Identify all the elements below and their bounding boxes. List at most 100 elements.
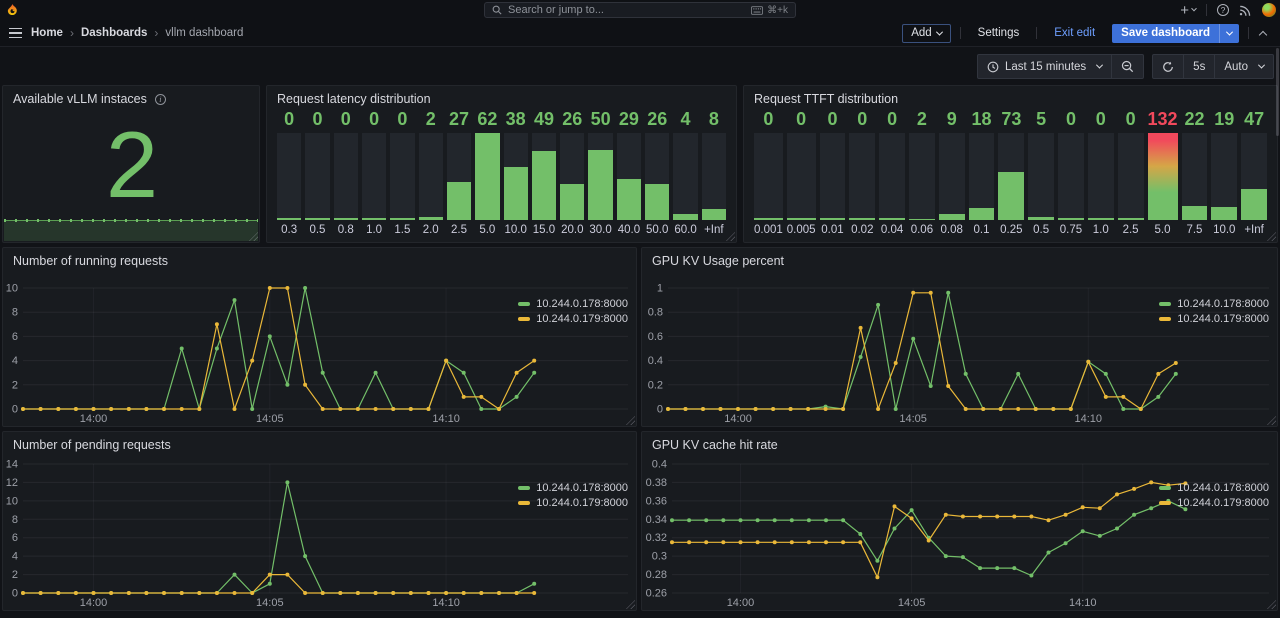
gauge-bar: 47+Inf [1241,109,1267,237]
gauge-fill [560,184,584,220]
panel-title[interactable]: Request latency distribution [277,92,431,106]
info-icon[interactable]: i [155,94,166,105]
gauge-fill [939,214,965,220]
svg-text:4: 4 [12,355,18,367]
legend-item[interactable]: 10.244.0.178:8000 [518,482,628,494]
gauge-track [673,133,697,220]
legend-series-label: 10.244.0.178:8000 [1177,298,1269,310]
gauge-value: 0 [879,109,905,130]
gauge-bar: 00.04 [879,109,905,237]
gauge-value: 132 [1148,109,1178,130]
panel-request-latency: Request latency distribution 00.300.500.… [266,85,737,243]
legend-item[interactable]: 10.244.0.178:8000 [1159,482,1269,494]
svg-text:1: 1 [657,283,663,295]
breadcrumb-home[interactable]: Home [31,27,63,39]
legend: 10.244.0.178:8000 10.244.0.179:8000 [518,298,628,325]
gauge-value: 0 [362,109,386,130]
panel-title[interactable]: Number of running requests [13,254,168,268]
time-range-picker[interactable]: Last 15 minutes [977,54,1112,79]
gauge-track [560,133,584,220]
gauge-value: 5 [1028,109,1054,130]
legend-series-marker [518,317,530,321]
gauge-bucket-label: 0.01 [820,220,846,237]
legend-item[interactable]: 10.244.0.178:8000 [1159,298,1269,310]
add-button[interactable]: Add [902,24,950,43]
gauge-bucket-label: 0.1 [969,220,995,237]
breadcrumb-separator: › [70,26,74,40]
gauge-bucket-label: 2.5 [1118,220,1144,237]
gauge-track [879,133,905,220]
resize-handle[interactable] [1267,232,1276,241]
svg-text:6: 6 [12,331,18,343]
gauge-bar: 730.25 [998,109,1024,237]
gauge-track [447,133,471,220]
gauge-fill [909,219,935,220]
news-rss-icon[interactable] [1239,4,1252,17]
legend-series-marker [518,501,530,505]
panel-pending-requests: Number of pending requests 1412108642014… [2,431,637,611]
legend-item[interactable]: 10.244.0.178:8000 [518,298,628,310]
gauge-fill [879,218,905,220]
legend-item[interactable]: 10.244.0.179:8000 [1159,497,1269,509]
gauge-value: 2 [419,109,443,130]
legend-item[interactable]: 10.244.0.179:8000 [518,313,628,325]
svg-text:0: 0 [12,404,18,416]
search-input[interactable]: Search or jump to... ⌘+k [484,2,796,18]
breadcrumb-dashboards[interactable]: Dashboards [81,27,147,39]
legend-item[interactable]: 10.244.0.179:8000 [1159,313,1269,325]
gauge-fill [277,218,301,220]
timeseries-chart: 10.80.60.40.2014:0014:0514:1010.244.0.17… [642,272,1277,426]
nav-bar: Home › Dashboards › vllm dashboard Add S… [0,20,1280,47]
add-menu-button[interactable]: + [1180,2,1196,19]
user-avatar[interactable] [1262,3,1276,17]
legend-series-label: 10.244.0.178:8000 [536,298,628,310]
gauge-value: 9 [939,109,965,130]
menu-icon[interactable] [9,28,22,39]
dashboard-controls: Last 15 minutes 5s Auto [977,54,1274,79]
gauge-value: 62 [475,109,499,130]
gauge-bucket-label: 20.0 [560,220,584,237]
legend-item[interactable]: 10.244.0.179:8000 [518,497,628,509]
gauge-track [1118,133,1144,220]
gauge-fill [334,218,358,220]
save-dashboard-button[interactable]: Save dashboard [1112,24,1239,43]
resize-handle[interactable] [726,232,735,241]
divider [1036,27,1037,39]
scrollbar-thumb[interactable] [1276,48,1279,136]
gauge-bar: 4915.0 [532,109,556,237]
settings-button[interactable]: Settings [970,24,1028,43]
svg-text:0.26: 0.26 [646,588,667,600]
gauge-track [1028,133,1054,220]
chevron-up-icon[interactable] [1259,30,1267,38]
gauge-fill [1118,218,1144,220]
gauge-track [419,133,443,220]
gauge-value: 18 [969,109,995,130]
gauge-bar: 2620.0 [560,109,584,237]
gauge-track [849,133,875,220]
panel-title[interactable]: GPU KV cache hit rate [652,438,778,452]
gauge-track [362,133,386,220]
panel-title[interactable]: Request TTFT distribution [754,92,898,106]
panel-title[interactable]: Available vLLM instaces i [13,92,166,106]
gauge-fill [475,133,499,220]
gauge-fill [849,218,875,220]
gauge-value: 0 [820,109,846,130]
zoom-out-button[interactable] [1112,54,1144,79]
help-icon[interactable]: ? [1217,4,1229,16]
panel-title[interactable]: GPU KV Usage percent [652,254,784,268]
panel-title[interactable]: Number of pending requests [13,438,171,452]
gauge-value: 27 [447,109,471,130]
auto-refresh-select[interactable]: Auto [1215,54,1274,79]
refresh-button[interactable] [1152,54,1184,79]
legend: 10.244.0.178:8000 10.244.0.179:8000 [518,482,628,509]
gauge-fill [419,217,443,220]
gauge-track [1088,133,1114,220]
grafana-logo-icon[interactable] [5,3,20,18]
gauge-bar: 00.5 [305,109,329,237]
exit-edit-button[interactable]: Exit edit [1046,24,1103,43]
gauge-bar: 02.5 [1118,109,1144,237]
gauge-value: 0 [849,109,875,130]
gauge-bucket-label: 5.0 [475,220,499,237]
divider [1206,4,1207,16]
refresh-interval-label[interactable]: 5s [1184,54,1215,79]
